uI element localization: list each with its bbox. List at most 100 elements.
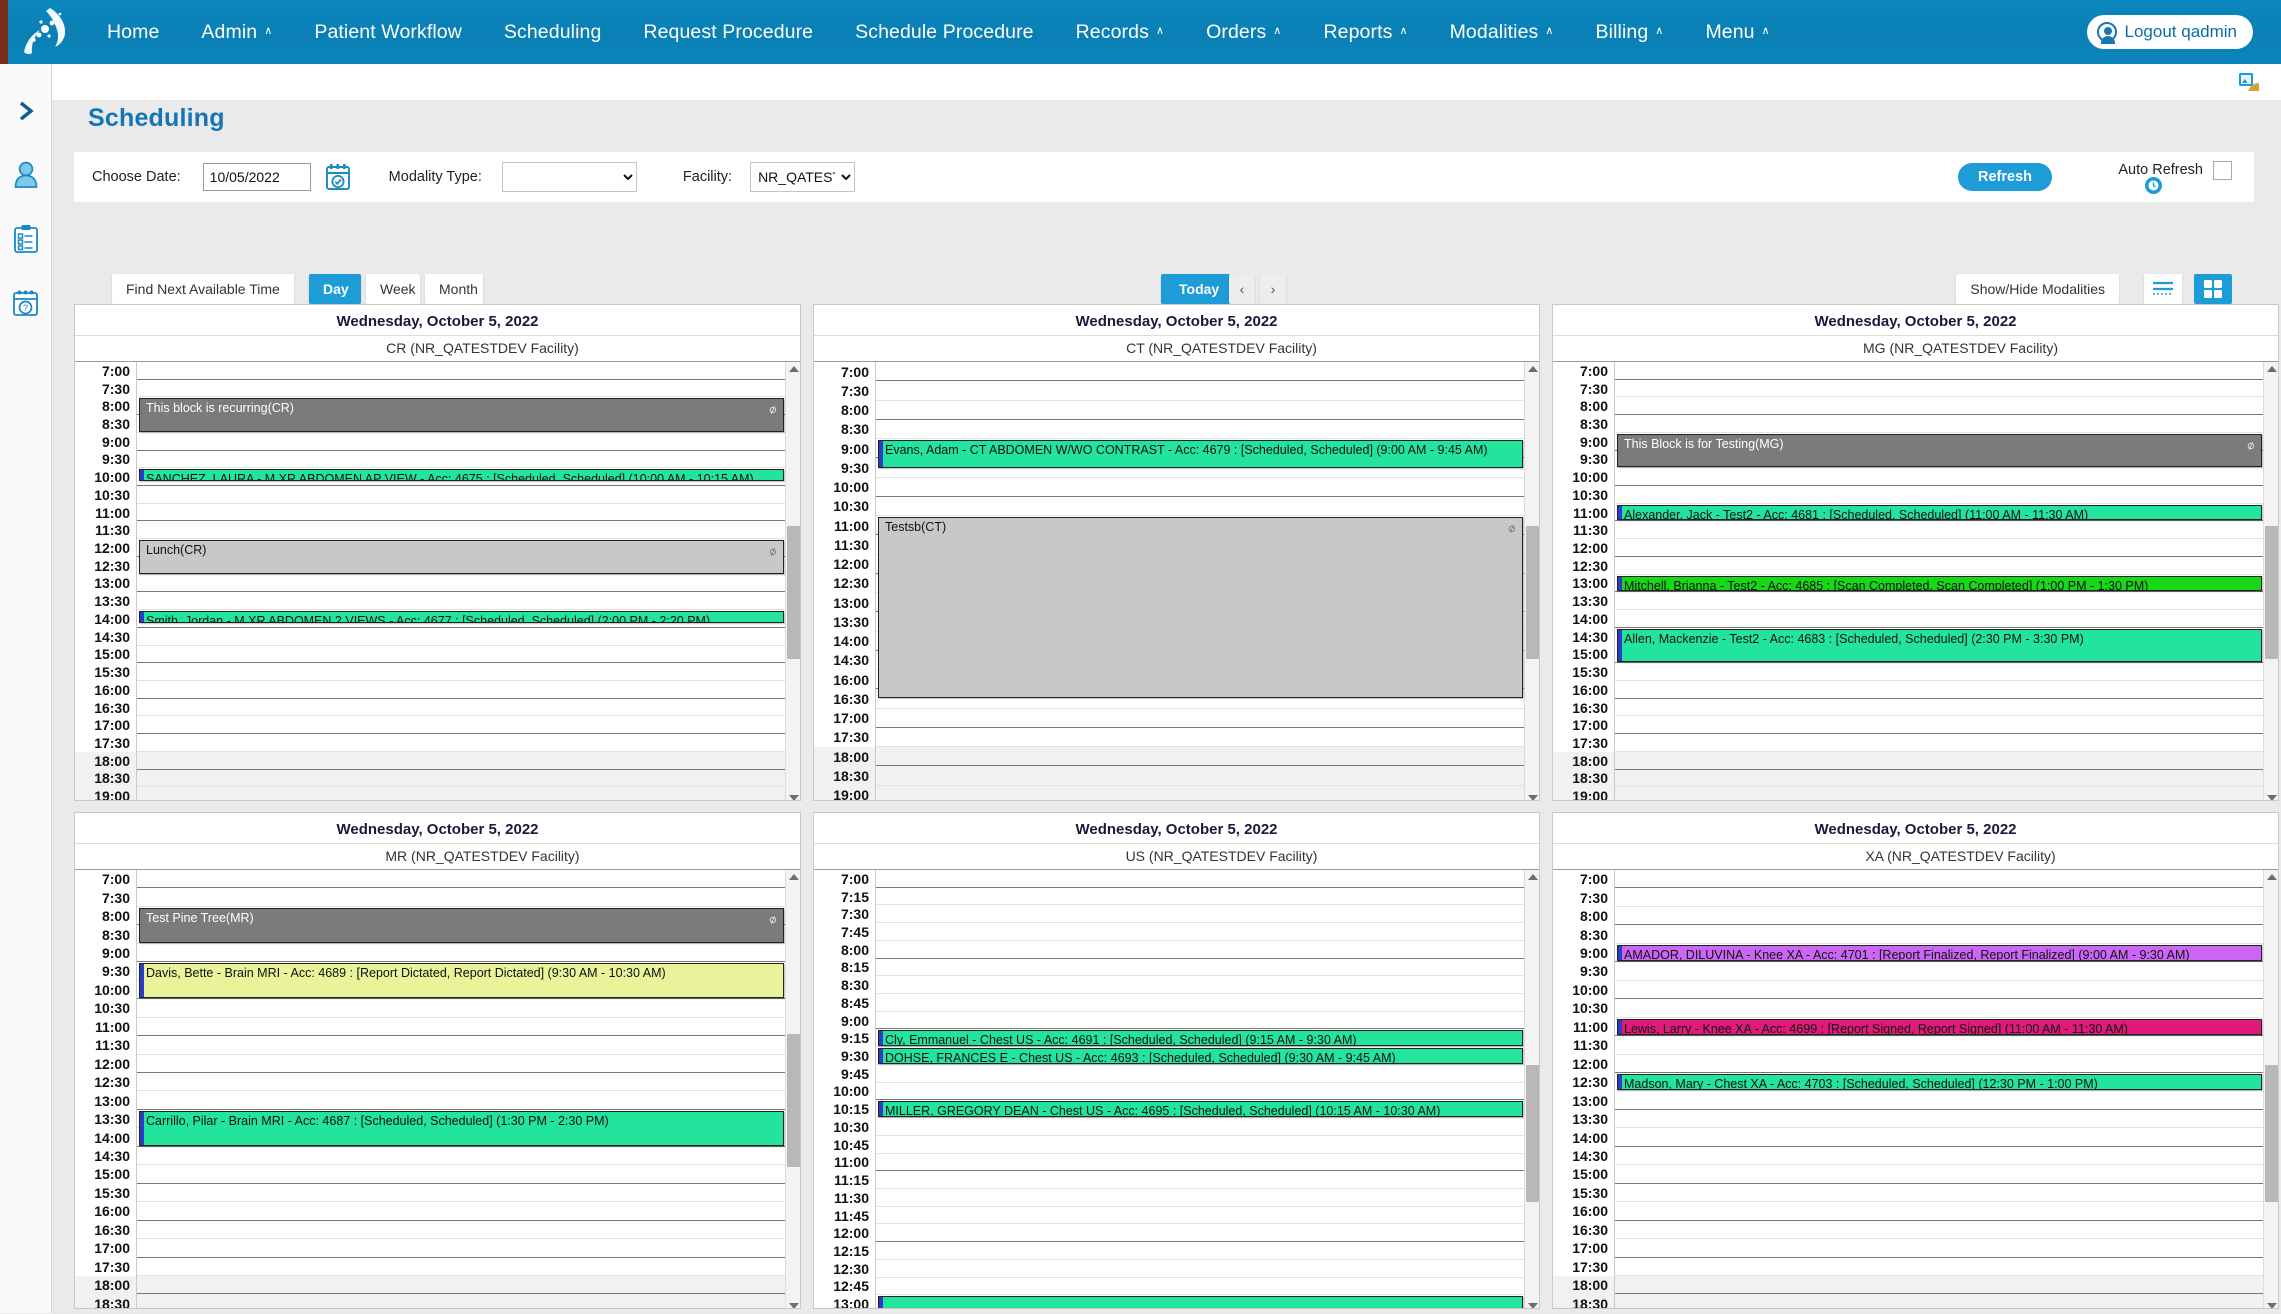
nav-item-records[interactable]: Records ∧ <box>1055 0 1185 64</box>
nav-item-billing[interactable]: Billing ∧ <box>1575 0 1685 64</box>
scroll-up-arrow-icon[interactable] <box>1528 366 1538 372</box>
panel-time-grid: 7:00 7:30 8:00 8:30 9:00 9:30 10:00 10:30 11:00 1… <box>1553 362 2278 800</box>
calendar-event[interactable]: This block is recurring(CR) ⌀ <box>139 398 784 432</box>
refresh-button[interactable]: Refresh <box>1958 163 2052 191</box>
panel-vertical-scrollbar[interactable] <box>1524 362 1539 800</box>
chevron-right-icon[interactable] <box>6 88 46 134</box>
calendar-event[interactable]: Evans, Adam - CT ABDOMEN W/WO CONTRAST -… <box>878 440 1523 468</box>
panel-date-title: Wednesday, October 5, 2022 <box>814 818 1539 844</box>
scroll-up-arrow-icon[interactable] <box>1528 874 1538 880</box>
time-label: 7:00 <box>1553 870 1615 889</box>
block-edit-icon[interactable]: ⌀ <box>767 543 779 559</box>
panel-vertical-scrollbar[interactable] <box>1524 870 1539 1308</box>
nav-item-schedule-procedure[interactable]: Schedule Procedure <box>834 0 1055 64</box>
time-label: 7:00 <box>814 870 876 888</box>
find-next-available-time-button[interactable]: Find Next Available Time <box>112 274 294 304</box>
calendar-event[interactable]: Lunch(CR) ⌀ <box>139 540 784 574</box>
block-edit-icon[interactable]: ⌀ <box>767 402 779 418</box>
scroll-down-arrow-icon[interactable] <box>1528 1303 1538 1308</box>
calendar-event[interactable]: Carrillo, Pilar - Brain MRI - Acc: 4687 … <box>139 1110 784 1146</box>
scrollbar-thumb[interactable] <box>2265 1064 2278 1203</box>
scroll-down-arrow-icon[interactable] <box>2267 1303 2277 1308</box>
events-layer: Evans, Adam - CT ABDOMEN W/WO CONTRAST -… <box>876 362 1539 800</box>
app-logo[interactable] <box>8 0 86 64</box>
image-export-icon[interactable] <box>2239 73 2259 91</box>
auto-refresh-checkbox[interactable] <box>2213 161 2232 180</box>
calendar-event[interactable]: Allen, Mackenzie - Test2 - Acc: 4683 : [… <box>1617 628 2262 663</box>
modality-type-select[interactable] <box>501 162 637 192</box>
calendar-event[interactable]: Mitchell, Brianna - Test2 - Acc: 4685 : … <box>1617 575 2262 592</box>
today-button[interactable]: Today <box>1161 274 1238 304</box>
logout-button[interactable]: Logout qadmin <box>2086 15 2253 49</box>
scroll-down-arrow-icon[interactable] <box>789 795 799 800</box>
scroll-up-arrow-icon[interactable] <box>789 874 799 880</box>
nav-item-patient-workflow[interactable]: Patient Workflow <box>293 0 483 64</box>
event-accent-bar <box>140 1111 144 1145</box>
scrollbar-thumb[interactable] <box>787 1033 800 1167</box>
panel-vertical-scrollbar[interactable] <box>2263 870 2278 1308</box>
calendar-picker-icon[interactable] <box>325 163 351 191</box>
nav-item-home[interactable]: Home <box>86 0 180 64</box>
nav-item-label: Menu <box>1705 20 1755 43</box>
view-week-button[interactable]: Week <box>366 274 420 304</box>
facility-select[interactable]: NR_QATESTDEV Facil <box>750 162 856 192</box>
calendar-event[interactable]: Smith, Jordan - M XR ABDOMEN 2 VIEWS - A… <box>139 611 784 624</box>
time-label: 16:30 <box>75 698 137 717</box>
calendar-event[interactable]: Alexander, Jack - Test2 - Acc: 4681 : [S… <box>1617 504 2262 521</box>
calendar-event[interactable]: Madson, Mary - Chest XA - Acc: 4703 : [S… <box>1617 1074 2262 1091</box>
calendar-event[interactable]: Lewis, Larry - Knee XA - Acc: 4699 : [Re… <box>1617 1018 2262 1036</box>
scroll-up-arrow-icon[interactable] <box>789 366 799 372</box>
date-input[interactable] <box>202 163 311 191</box>
scroll-up-arrow-icon[interactable] <box>2267 874 2277 880</box>
calendar-event[interactable]: AMADOR, DILUVINA - Knee XA - Acc: 4701 :… <box>1617 944 2262 962</box>
user-icon[interactable] <box>6 152 46 198</box>
nav-item-reports[interactable]: Reports ∧ <box>1302 0 1428 64</box>
calendar-event[interactable]: This Block is for Testing(MG) ⌀ <box>1617 433 2262 468</box>
nav-item-scheduling[interactable]: Scheduling <box>483 0 623 64</box>
clock-icon[interactable] <box>2145 177 2162 194</box>
block-edit-icon[interactable]: ⌀ <box>2245 437 2257 453</box>
scroll-down-arrow-icon[interactable] <box>2267 795 2277 800</box>
nav-item-admin[interactable]: Admin ∧ <box>180 0 293 64</box>
panel-vertical-scrollbar[interactable] <box>785 362 800 800</box>
block-edit-icon[interactable]: ⌀ <box>767 911 779 927</box>
page-container: Scheduling Choose Date: Modality Type: F… <box>52 64 2281 1313</box>
calendar-grid: Wednesday, October 5, 2022 CR (NR_QATESTD… <box>74 304 2279 1314</box>
calendar-event[interactable]: Testsb(CT) ⌀ <box>878 517 1523 699</box>
calendar-event[interactable]: Test Pine Tree(MR) ⌀ <box>139 907 784 943</box>
panel-header: Wednesday, October 5, 2022 CT (NR_QATESTD… <box>814 305 1539 362</box>
calendar-help-icon[interactable]: ? <box>6 280 46 326</box>
scrollbar-thumb[interactable] <box>787 525 800 659</box>
scroll-up-arrow-icon[interactable] <box>2267 366 2277 372</box>
nav-item-modalities[interactable]: Modalities ∧ <box>1429 0 1575 64</box>
calendar-event[interactable]: MILLER, GREGORY DEAN - Chest US - Acc: 4… <box>878 1101 1523 1118</box>
time-label: 9:00 <box>1553 432 1615 451</box>
nav-item-menu[interactable]: Menu ∧ <box>1684 0 1790 64</box>
calendar-event[interactable]: SANCHEZ, LAURA - M XR ABDOMEN AP VIEW - … <box>139 469 784 482</box>
panel-vertical-scrollbar[interactable] <box>2263 362 2278 800</box>
scrollbar-thumb[interactable] <box>1526 1064 1539 1203</box>
block-edit-icon[interactable]: ⌀ <box>1506 520 1518 536</box>
previous-day-button[interactable]: ‹ <box>1229 274 1255 304</box>
calendar-event[interactable] <box>878 1296 1523 1308</box>
list-view-icon[interactable] <box>2144 274 2182 304</box>
view-month-button[interactable]: Month <box>425 274 483 304</box>
next-day-button[interactable]: › <box>1260 274 1286 304</box>
view-day-button[interactable]: Day <box>309 274 361 304</box>
calendar-event[interactable]: DOHSE, FRANCES E - Chest US - Acc: 4693 … <box>878 1048 1523 1064</box>
events-layer: Cly, Emmanuel - Chest US - Acc: 4691 : [… <box>876 870 1539 1308</box>
grid-view-icon[interactable] <box>2194 274 2232 304</box>
nav-item-request-procedure[interactable]: Request Procedure <box>622 0 834 64</box>
scroll-down-arrow-icon[interactable] <box>1528 795 1538 800</box>
time-label: 18:30 <box>75 1294 137 1308</box>
calendar-event[interactable]: Cly, Emmanuel - Chest US - Acc: 4691 : [… <box>878 1030 1523 1047</box>
panel-vertical-scrollbar[interactable] <box>785 870 800 1308</box>
calendar-event[interactable]: Davis, Bette - Brain MRI - Acc: 4689 : [… <box>139 963 784 999</box>
nav-item-orders[interactable]: Orders ∧ <box>1185 0 1302 64</box>
clipboard-checklist-icon[interactable] <box>6 216 46 262</box>
show-hide-modalities-button[interactable]: Show/Hide Modalities <box>1956 274 2119 304</box>
scroll-down-arrow-icon[interactable] <box>789 1303 799 1308</box>
scrollbar-thumb[interactable] <box>2265 525 2278 659</box>
time-label: 10:30 <box>814 496 876 516</box>
scrollbar-thumb[interactable] <box>1526 525 1539 659</box>
